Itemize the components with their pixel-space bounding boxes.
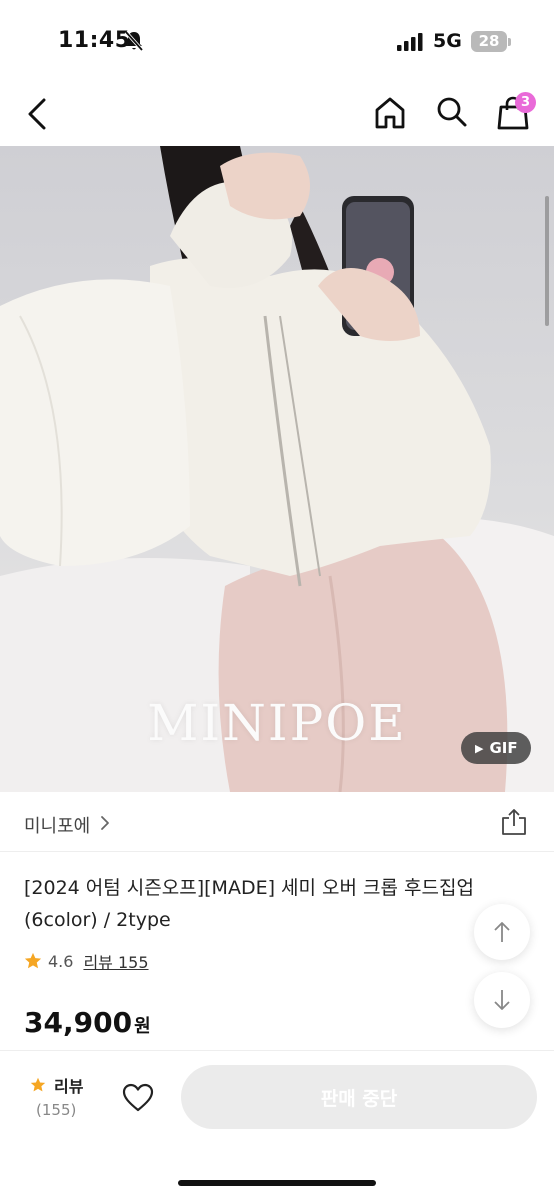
shop-name[interactable]: 미니포에 — [24, 812, 90, 838]
cart-count-badge: 3 — [515, 92, 536, 113]
star-icon — [24, 952, 42, 969]
review-label[interactable]: 리뷰 — [54, 1073, 83, 1097]
battery-icon: 28 — [471, 31, 507, 52]
arrow-down-icon — [494, 990, 510, 1010]
price-row: 34,900 원 — [24, 1006, 151, 1039]
bottom-action-bar: 리뷰 (155) 판매 중단 — [0, 1050, 554, 1200]
status-bar: 11:45 5G 28 — [0, 0, 554, 80]
battery-cap — [508, 38, 511, 46]
star-icon — [30, 1077, 46, 1092]
scroll-up-button[interactable] — [474, 904, 530, 960]
gif-badge[interactable]: ▶ GIF — [461, 732, 531, 764]
currency: 원 — [134, 1016, 151, 1037]
rating-row: 4.6 리뷰 155 — [24, 950, 149, 972]
sold-out-button[interactable]: 판매 중단 — [181, 1065, 537, 1129]
status-time: 11:45 — [58, 28, 131, 53]
shop-row[interactable]: 미니포에 — [0, 792, 554, 852]
product-title: [2024 어텀 시즌오프][MADE] 세미 오버 크롭 후드집업 (6col… — [24, 877, 474, 931]
signal-icon — [397, 33, 423, 51]
review-link[interactable]: 리뷰 155 — [83, 949, 148, 973]
network-type: 5G — [433, 30, 462, 52]
heart-icon[interactable] — [122, 1083, 154, 1113]
play-icon: ▶ — [475, 742, 484, 755]
gif-label: GIF — [489, 739, 518, 757]
arrow-up-icon — [494, 922, 510, 942]
search-icon[interactable] — [436, 96, 468, 128]
chevron-right-icon — [101, 816, 109, 830]
back-icon[interactable] — [24, 96, 54, 132]
review-count[interactable]: (155) — [36, 1101, 76, 1119]
share-icon[interactable] — [501, 808, 527, 836]
price: 34,900 — [24, 1006, 133, 1039]
top-nav — [0, 84, 554, 144]
scroll-down-button[interactable] — [474, 972, 530, 1028]
bell-slash-icon — [124, 30, 144, 52]
image-scroll-indicator — [545, 196, 549, 326]
rating-value: 4.6 — [48, 951, 74, 971]
home-indicator — [178, 1180, 376, 1186]
product-image[interactable]: MINIPOE ▶ GIF — [0, 146, 554, 792]
home-icon[interactable] — [374, 96, 406, 130]
